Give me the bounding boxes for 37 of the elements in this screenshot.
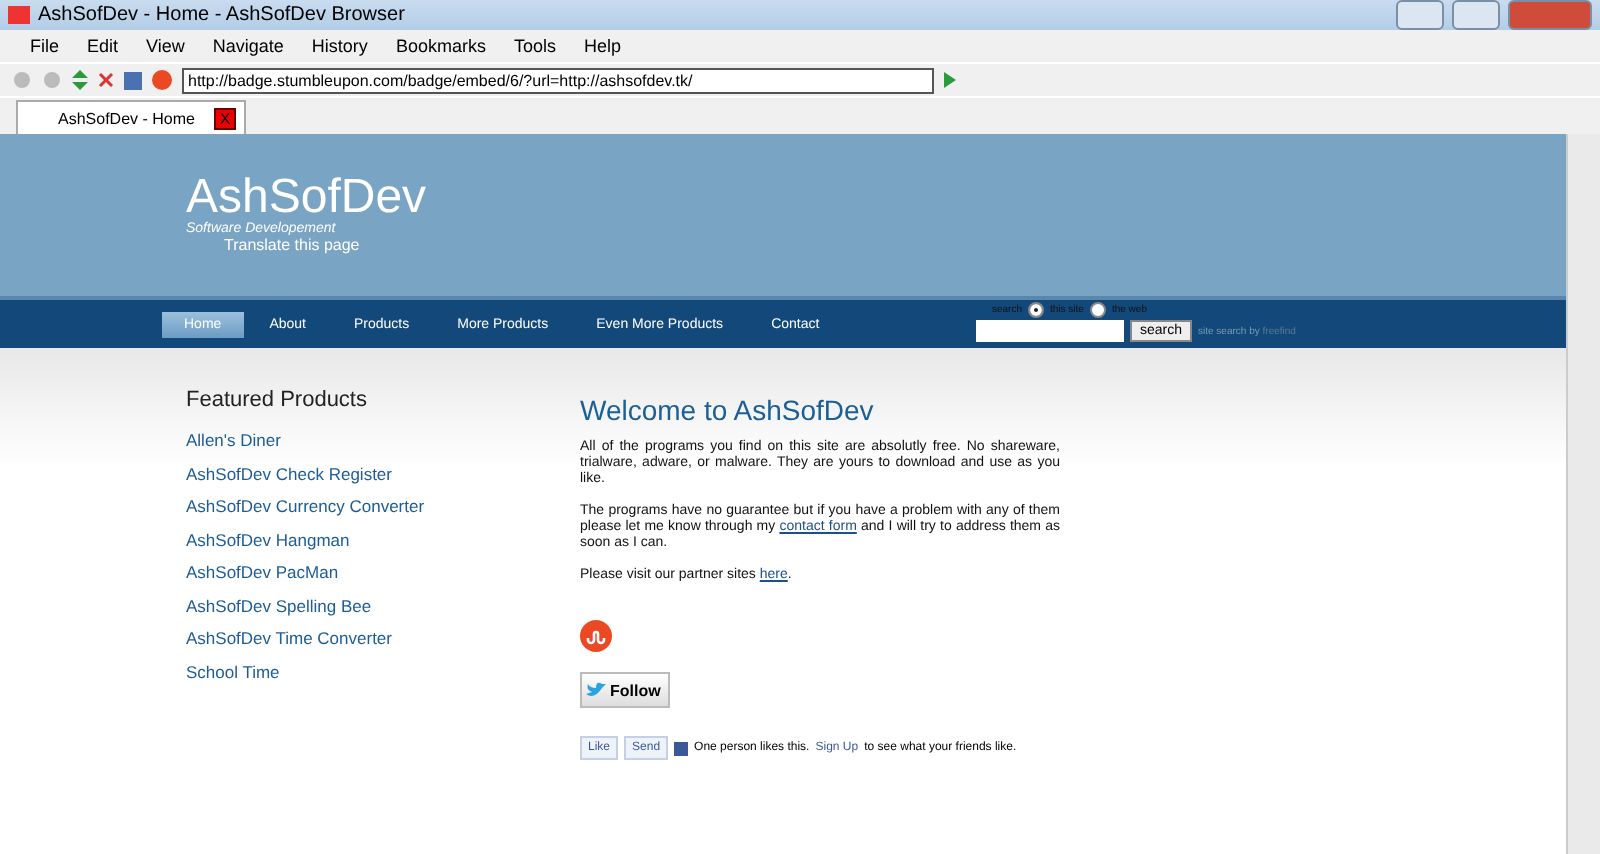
menu-item[interactable]: Edit bbox=[77, 36, 129, 56]
menu-item[interactable]: Tools bbox=[503, 36, 566, 56]
bird-icon bbox=[586, 682, 606, 698]
site-logo: AshSofDev bbox=[186, 174, 429, 222]
product-link[interactable]: AshSofDev Check Register bbox=[186, 463, 440, 483]
product-link[interactable]: AshSofDev Spelling Bee bbox=[186, 595, 440, 615]
menu-item[interactable]: Help bbox=[573, 36, 631, 56]
product-link[interactable]: Allen's Diner bbox=[186, 430, 440, 450]
product-link[interactable]: AshSofDev Time Converter bbox=[186, 628, 440, 648]
facebook-icon bbox=[674, 741, 689, 755]
refresh-icon[interactable] bbox=[72, 70, 88, 90]
product-link[interactable]: AshSofDev Currency Converter bbox=[186, 496, 440, 516]
tab-close-button[interactable]: X bbox=[214, 107, 236, 129]
menu-item[interactable]: History bbox=[301, 36, 378, 56]
product-link[interactable]: AshSofDev PacMan bbox=[186, 562, 440, 582]
main-heading: Welcome to AshSofDev bbox=[580, 394, 876, 426]
radio-button[interactable] bbox=[1028, 302, 1045, 318]
stumbleupon-icon[interactable] bbox=[580, 620, 612, 652]
scrollbar[interactable] bbox=[1566, 134, 1600, 854]
product-link[interactable]: AshSofDev Hangman bbox=[186, 529, 440, 549]
follow-button[interactable]: Follow bbox=[580, 672, 670, 708]
maximize-button[interactable] bbox=[1452, 0, 1500, 30]
product-link[interactable]: School Time bbox=[186, 661, 440, 681]
sidebar-heading: Featured Products bbox=[186, 388, 369, 412]
menu-item[interactable]: Navigate bbox=[202, 36, 294, 56]
browser-tab[interactable]: AshSofDev - Home X bbox=[16, 100, 246, 134]
window-title: AshSofDev - Home - AshSofDev Browser bbox=[38, 4, 407, 26]
app-logo-icon bbox=[8, 6, 30, 24]
menu-item[interactable]: View bbox=[136, 36, 195, 56]
menu-item[interactable]: File bbox=[20, 36, 70, 56]
address-field[interactable]: http://badge.stumbleupon.com/badge/embed/6/?url=http://ashsofdev.tk/ bbox=[182, 67, 934, 93]
menu-item[interactable]: Bookmarks bbox=[385, 36, 496, 56]
stop-icon[interactable] bbox=[98, 72, 114, 88]
minimize-button[interactable] bbox=[1396, 0, 1444, 30]
radio-button[interactable] bbox=[1089, 302, 1106, 318]
go-icon[interactable] bbox=[944, 72, 956, 88]
search-field[interactable] bbox=[976, 320, 1124, 342]
